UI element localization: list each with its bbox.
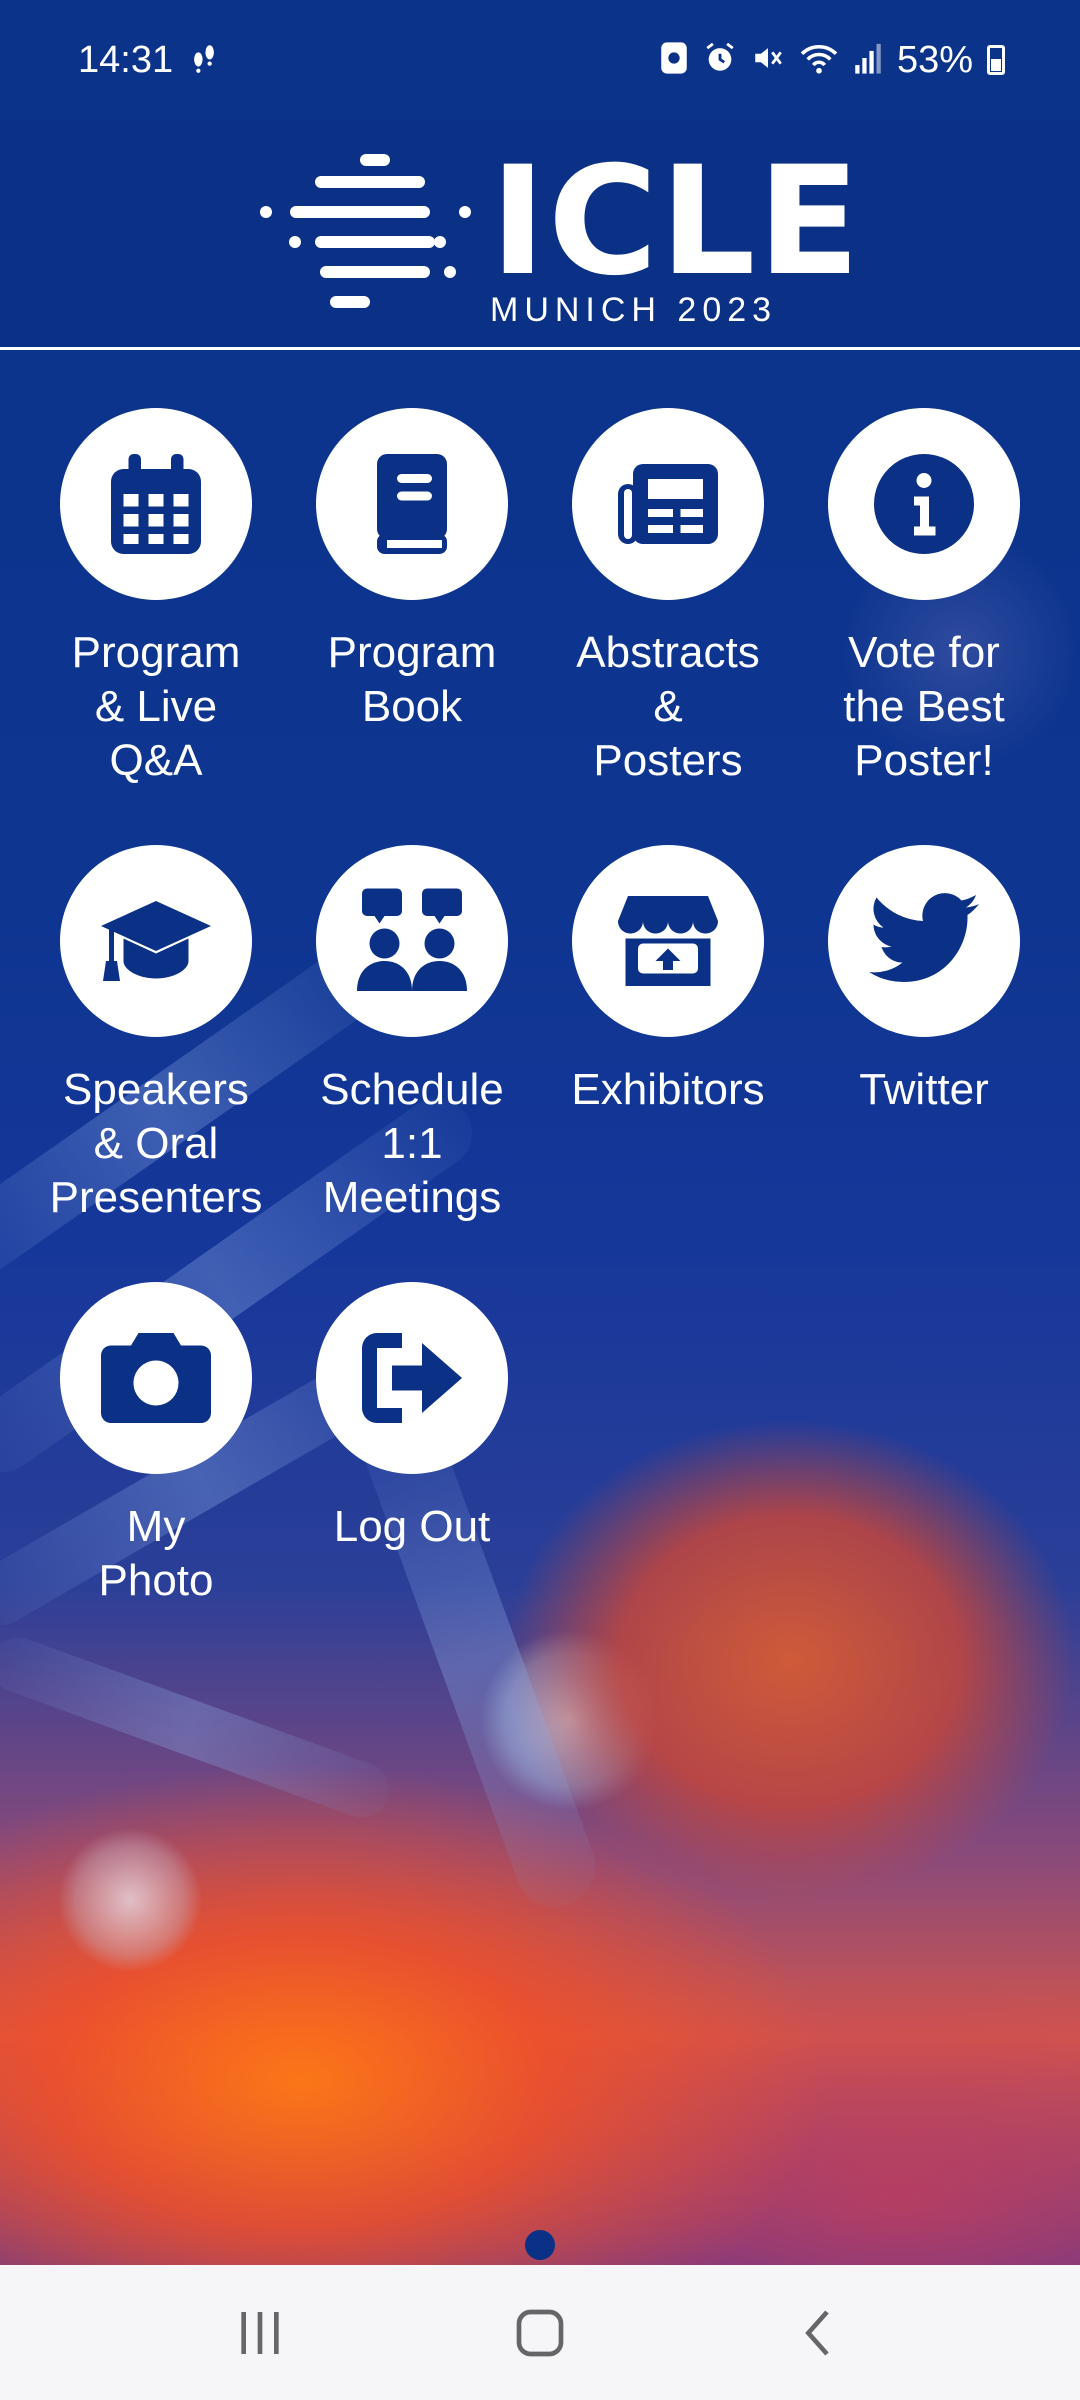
tile-label: Exhibitors (571, 1065, 765, 1114)
back-icon (805, 2309, 829, 2356)
graduation-cap-icon (101, 901, 211, 981)
tile-label: Abstracts & Posters (576, 628, 760, 785)
tile-label: Program Book (327, 628, 497, 731)
tile-circle[interactable] (60, 408, 252, 600)
mute-icon (751, 41, 785, 80)
tile-circle[interactable] (60, 1282, 252, 1474)
back-button[interactable] (760, 2283, 880, 2383)
tile-label: Schedule 1:1 Meetings (320, 1065, 504, 1222)
recent-apps-button[interactable] (200, 2283, 320, 2383)
home-icon (516, 2309, 564, 2356)
signal-icon (853, 41, 883, 80)
home-button[interactable] (480, 2283, 600, 2383)
tile-label: Twitter (859, 1065, 989, 1114)
tile-twitter[interactable]: Twitter (796, 845, 1052, 1117)
tile-circle[interactable] (316, 1282, 508, 1474)
tile-label: Speakers & Oral Presenters (49, 1065, 263, 1222)
tile-circle[interactable] (828, 845, 1020, 1037)
info-icon (874, 454, 974, 554)
tile-circle[interactable] (316, 845, 508, 1037)
alarm-icon (703, 41, 737, 80)
tile-label: Program & Live Q&A (71, 628, 241, 785)
screen-record-icon (659, 41, 689, 80)
tile-program-book[interactable]: Program Book (284, 408, 540, 734)
tile-my-photo[interactable]: My Photo (28, 1282, 284, 1608)
tile-program-live-qa[interactable]: Program & Live Q&A (28, 408, 284, 788)
wifi-icon (799, 41, 839, 80)
battery-percent: 53% (896, 38, 973, 81)
page-indicator (525, 2230, 555, 2260)
tile-circle[interactable] (572, 408, 764, 600)
meeting-icon (357, 888, 467, 991)
tile-label: Vote for the Best Poster! (843, 628, 1005, 785)
tile-vote-best-poster[interactable]: Vote for the Best Poster! (796, 408, 1052, 788)
system-nav-bar (0, 2265, 1080, 2400)
newspaper-icon (618, 464, 718, 544)
tile-label: My Photo (98, 1502, 214, 1605)
tile-circle[interactable] (572, 845, 764, 1037)
tile-speakers-oral-presenters[interactable]: Speakers & Oral Presenters (28, 845, 284, 1225)
store-icon (618, 896, 718, 986)
tile-circle[interactable] (828, 408, 1020, 600)
tile-schedule-meetings[interactable]: Schedule 1:1 Meetings (284, 845, 540, 1225)
tile-circle[interactable] (60, 845, 252, 1037)
twitter-icon (869, 893, 979, 983)
tile-exhibitors[interactable]: Exhibitors (540, 845, 796, 1117)
app-header: ICLE MUNICH 2023 (0, 120, 1080, 350)
logout-icon (362, 1333, 462, 1423)
status-bar: 14:31 53% (0, 0, 1080, 120)
calendar-icon (111, 454, 201, 554)
icle-logo: ICLE MUNICH 2023 (260, 139, 860, 329)
tile-circle[interactable] (316, 408, 508, 600)
logo-title: ICLE (490, 134, 862, 309)
status-time: 14:31 (78, 38, 174, 81)
recent-apps-icon (241, 2311, 279, 2354)
book-icon (377, 454, 447, 554)
tile-label: Log Out (333, 1502, 491, 1551)
step-counter-icon (187, 41, 221, 80)
battery-icon (987, 45, 1005, 75)
camera-icon (101, 1333, 211, 1423)
logo-mark-icon (260, 153, 471, 308)
tile-abstracts-posters[interactable]: Abstracts & Posters (540, 408, 796, 788)
tile-log-out[interactable]: Log Out (284, 1282, 540, 1554)
logo-subtitle: MUNICH 2023 (490, 290, 778, 329)
